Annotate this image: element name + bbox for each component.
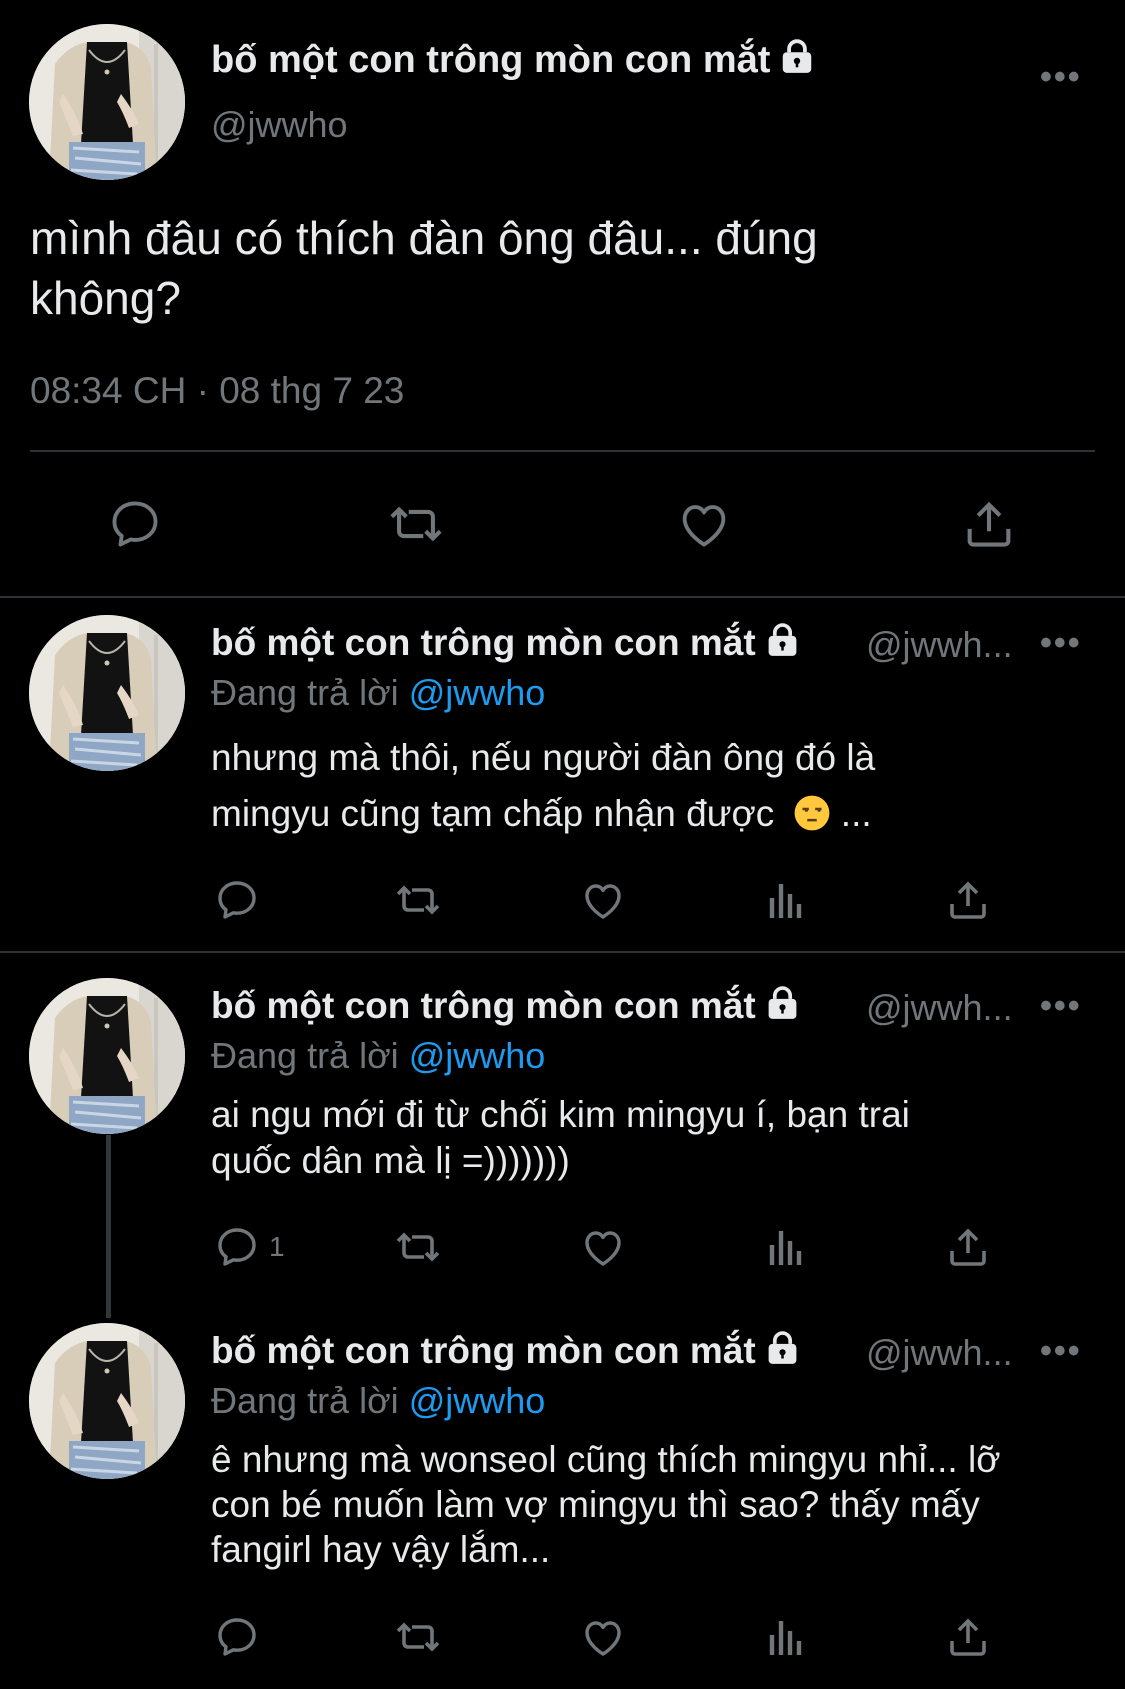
author-handle[interactable]: @jwwh... <box>866 1332 1013 1374</box>
unamused-face-icon <box>793 792 831 848</box>
tweet-text-line: ê nhưng mà wonseol cũng thích mingyu nhỉ… <box>211 1439 1001 1480</box>
reply-button[interactable]: 1 <box>213 1223 285 1271</box>
retweet-icon <box>390 506 442 542</box>
tweet-text-line: mình đâu có thích đàn ông đâu... đúng <box>30 212 818 264</box>
thread-connector <box>106 1135 111 1318</box>
tweet-text: ê nhưng mà wonseol cũng thích mingyu nhỉ… <box>211 1437 1101 1572</box>
analytics-icon <box>769 1231 802 1265</box>
like-button[interactable] <box>579 1613 627 1661</box>
avatar[interactable] <box>29 615 185 771</box>
author-name-text: bố một con trông mòn con mắt <box>211 1330 756 1371</box>
replying-prefix: Đang trả lời <box>211 1035 399 1076</box>
divider <box>30 450 1095 452</box>
analytics-icon <box>769 1621 802 1655</box>
retweet-button[interactable] <box>392 1613 444 1661</box>
reply-icon <box>218 1618 256 1656</box>
more-options-icon[interactable]: ••• <box>1040 987 1082 1026</box>
share-icon <box>967 501 1011 547</box>
like-button[interactable] <box>579 876 627 924</box>
tweet-text-line: quốc dân mà lị =))))))) <box>211 1140 570 1181</box>
mention-link[interactable]: @jwwho <box>409 672 546 713</box>
tweet-text-line: con bé muốn làm vợ mingyu thì sao? thấy … <box>211 1484 980 1525</box>
tweet-text-line: fangirl hay vậy lắm... <box>211 1529 551 1570</box>
reply-button[interactable] <box>213 1613 261 1661</box>
tweet-text: nhưng mà thôi, nếu người đàn ông đó là m… <box>211 730 1091 848</box>
tweet-text-line: mingyu cũng tạm chấp nhận được ... <box>211 786 1091 848</box>
avatar[interactable] <box>29 978 185 1134</box>
more-options-icon[interactable]: ••• <box>1040 58 1082 97</box>
retweet-button[interactable] <box>385 495 447 553</box>
heart-icon <box>585 1231 621 1266</box>
replying-to: Đang trả lời @jwwho <box>211 672 545 714</box>
tweet-text-segment: ... <box>830 793 872 834</box>
author-name-text: bố một con trông mòn con mắt <box>211 39 771 82</box>
author-name-text: bố một con trông mòn con mắt <box>211 985 756 1026</box>
avatar[interactable] <box>29 24 185 180</box>
tweet-text-line: không? <box>30 272 181 324</box>
mention-link[interactable]: @jwwho <box>409 1380 546 1421</box>
views-button[interactable] <box>762 1223 810 1271</box>
heart-icon <box>585 1621 621 1656</box>
lock-icon <box>764 1330 801 1376</box>
divider <box>0 596 1125 598</box>
share-button[interactable] <box>944 876 992 924</box>
lock-icon <box>764 985 801 1031</box>
tweet-text-segment: mingyu cũng tạm chấp nhận được <box>211 793 775 834</box>
reply-icon <box>218 1228 256 1266</box>
like-button[interactable] <box>579 1223 627 1271</box>
author-handle[interactable]: @jwwh... <box>866 987 1013 1029</box>
analytics-icon <box>769 884 802 918</box>
retweet-button[interactable] <box>392 1223 444 1271</box>
reply-icon <box>112 501 158 547</box>
replying-to: Đang trả lời @jwwho <box>211 1380 545 1422</box>
author-name-text: bố một con trông mòn con mắt <box>211 622 756 663</box>
share-icon <box>950 881 986 919</box>
replying-prefix: Đang trả lời <box>211 672 399 713</box>
reply-button[interactable] <box>213 876 261 924</box>
retweet-icon <box>396 885 440 915</box>
replying-to: Đang trả lời @jwwho <box>211 1035 545 1077</box>
views-button[interactable] <box>762 876 810 924</box>
lock-icon <box>778 38 816 86</box>
share-button[interactable] <box>944 1613 992 1661</box>
like-button[interactable] <box>675 495 733 553</box>
tweet-timestamp[interactable]: 08:34 CH · 08 thg 7 23 <box>30 370 404 412</box>
author-name[interactable]: bố một con trông mòn con mắt <box>211 622 801 668</box>
author-name[interactable]: bố một con trông mòn con mắt <box>211 38 816 86</box>
divider <box>0 951 1125 953</box>
replying-prefix: Đang trả lời <box>211 1380 399 1421</box>
share-button[interactable] <box>944 1223 992 1271</box>
retweet-icon <box>396 1622 440 1652</box>
author-handle[interactable]: @jwwh... <box>866 624 1013 666</box>
heart-icon <box>585 884 621 919</box>
reply-icon <box>218 881 256 919</box>
views-button[interactable] <box>762 1613 810 1661</box>
avatar[interactable] <box>29 1323 185 1479</box>
retweet-button[interactable] <box>392 876 444 924</box>
tweet-text-line: ai ngu mới đi từ chối kim mingyu í, bạn … <box>211 1094 910 1135</box>
more-options-icon[interactable]: ••• <box>1040 624 1082 663</box>
mention-link[interactable]: @jwwho <box>409 1035 546 1076</box>
tweet-text: mình đâu có thích đàn ông đâu... đúng kh… <box>30 208 1090 328</box>
reply-count: 1 <box>269 1231 285 1262</box>
heart-icon <box>682 505 726 547</box>
author-name[interactable]: bố một con trông mòn con mắt <box>211 1330 801 1376</box>
author-handle[interactable]: @jwwho <box>211 104 348 146</box>
lock-icon <box>764 622 801 668</box>
share-icon <box>950 1228 986 1266</box>
share-icon <box>950 1618 986 1656</box>
reply-button[interactable] <box>106 495 164 553</box>
more-options-icon[interactable]: ••• <box>1040 1332 1082 1371</box>
retweet-icon <box>396 1232 440 1262</box>
tweet-text-line: nhưng mà thôi, nếu người đàn ông đó là <box>211 737 876 778</box>
tweet-text: ai ngu mới đi từ chối kim mingyu í, bạn … <box>211 1092 1091 1184</box>
author-name[interactable]: bố một con trông mòn con mắt <box>211 985 801 1031</box>
share-button[interactable] <box>960 495 1018 553</box>
